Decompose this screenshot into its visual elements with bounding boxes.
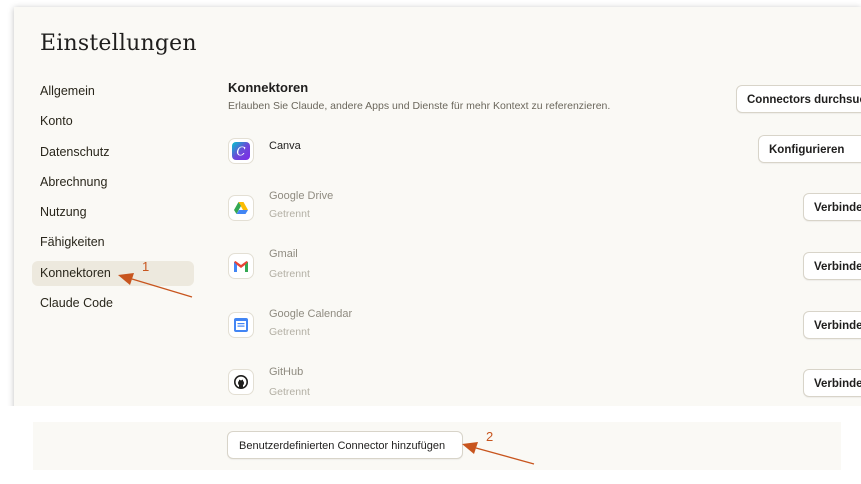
annotation-arrow-2 bbox=[462, 442, 535, 465]
annotation-arrows bbox=[118, 273, 535, 465]
annotation-arrow-1 bbox=[118, 273, 193, 298]
